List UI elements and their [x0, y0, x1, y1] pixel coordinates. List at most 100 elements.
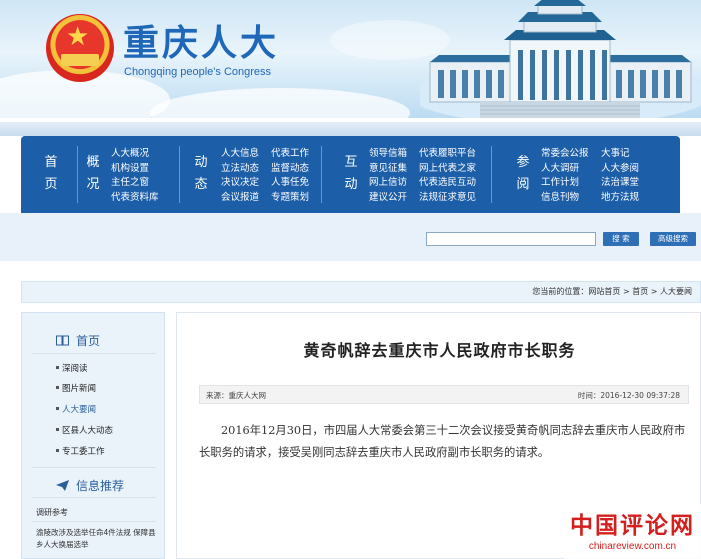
nav-item-daibiaoziliaoku[interactable]: 代表资料库	[111, 191, 159, 206]
sidebar-divider	[32, 497, 156, 498]
nav-item-jigoushezhi[interactable]: 机构设置	[111, 162, 159, 177]
sidebar-item-label: 深阅读	[62, 364, 88, 374]
book-icon	[56, 335, 69, 346]
article-source: 来源：重庆人大网	[206, 391, 266, 400]
nav-item-lvzhi-pingtai[interactable]: 代表履职平台	[419, 147, 476, 162]
nav-home-label-2: 页	[44, 177, 58, 192]
search-button[interactable]: 搜 索	[603, 232, 639, 246]
sidebar-divider	[32, 521, 156, 522]
nav-col-reference-b: 大事记 人大参阅 法治课堂 地方法规	[601, 147, 639, 205]
nav-divider	[77, 146, 78, 203]
nav-group-title-interaction[interactable]: 互 动	[339, 136, 363, 213]
sidebar-item-label: 专工委工作	[62, 447, 105, 457]
nav-col-news-b: 代表工作 监督动态 人事任免 专题策划	[271, 147, 309, 205]
nav-item-renda-xinxi[interactable]: 人大信息	[221, 147, 259, 162]
watermark-logo: 中国评论网 chinareview.com.cn	[564, 504, 701, 559]
nav-home-label-1: 首	[44, 155, 58, 170]
site-subtitle: Chongqing people's Congress	[124, 66, 272, 78]
article-time: 时间：2016-12-30 09:37:28	[577, 391, 680, 400]
nav-group-title-news[interactable]: 动 态	[189, 136, 213, 213]
nav-item-difang-fagui[interactable]: 地方法规	[601, 191, 639, 206]
nav-item-rendagaikuang[interactable]: 人大概况	[111, 147, 159, 162]
breadcrumb-bar: 您当前的位置：网站首页 > 首页 > 人大要闻	[21, 281, 701, 303]
info-item-label: 渝陵改涉及选举任命4件法规 保障县乡人大换届选举	[36, 528, 156, 549]
breadcrumb[interactable]: 您当前的位置：网站首页 > 首页 > 人大要闻	[532, 286, 692, 297]
info-item-fagui[interactable]: 渝陵改涉及选举任命4件法规 保障县乡人大换届选举	[36, 527, 160, 551]
nav-group-title-overview[interactable]: 概 况	[81, 136, 105, 213]
nav-item-jiandu-dongtai[interactable]: 监督动态	[271, 162, 309, 177]
sidebar-item-tupian-xinwen[interactable]: 图片新闻	[56, 382, 96, 394]
bullet-icon	[56, 366, 59, 369]
nav-col-news-a: 人大信息 立法动态 决议决定 会议报道	[221, 147, 259, 205]
nav-item-gongzuo-jihua[interactable]: 工作计划	[541, 176, 589, 191]
nav-col-overview: 人大概况 机构设置 主任之窗 代表资料库	[111, 147, 159, 205]
nav-item-lifa-dongtai[interactable]: 立法动态	[221, 162, 259, 177]
nav-item-lingdao-xinxiang[interactable]: 领导信箱	[369, 147, 407, 162]
article-meta: 来源：重庆人大网 时间：2016-12-30 09:37:28	[199, 385, 689, 404]
nav-group-title-char: 动	[194, 155, 208, 170]
nav-item-xinxi-kanwu[interactable]: 信息刊物	[541, 191, 589, 206]
nav-divider	[491, 146, 492, 203]
nav-item-fagui-zhengqiu[interactable]: 法规征求意见	[419, 191, 476, 206]
national-emblem-icon: ★	[46, 14, 114, 82]
nav-item-renda-diaoyan[interactable]: 人大调研	[541, 162, 589, 177]
nav-col-interaction-a: 领导信箱 意见征集 网上信访 建议公开	[369, 147, 407, 205]
sidebar-item-label: 图片新闻	[62, 384, 97, 394]
watermark-url: chinareview.com.cn	[588, 541, 677, 552]
nav-item-renshi-renmian[interactable]: 人事任免	[271, 176, 309, 191]
sidebar-item-quxian-dongtai[interactable]: 区县人大动态	[56, 424, 113, 436]
nav-group-title-char: 概	[86, 155, 100, 170]
bullet-icon	[56, 428, 59, 431]
page: ★ 重庆人大 Chongqing people's Congress 首 页 概…	[0, 0, 701, 559]
great-hall-illustration	[420, 0, 701, 118]
nav-group-title-reference[interactable]: 参 阅	[511, 136, 535, 213]
sidebar-home-label: 首页	[76, 334, 101, 348]
nav-item-yijian-zhengji[interactable]: 意见征集	[369, 162, 407, 177]
nav-item-daibiao-zhijia[interactable]: 网上代表之家	[419, 162, 476, 177]
info-item-diaoyan-cankao[interactable]: 调研参考	[36, 507, 68, 518]
sidebar-item-label: 人大要闻	[62, 405, 97, 415]
nav-item-renda-canyue[interactable]: 人大参阅	[601, 162, 639, 177]
nav-col-interaction-b: 代表履职平台 网上代表之家 代表选民互动 法规征求意见	[419, 147, 476, 205]
search-bar: 搜 索 高级搜索	[0, 213, 701, 261]
nav-item-fazhi-ketang[interactable]: 法治课堂	[601, 176, 639, 191]
header-banner: ★ 重庆人大 Chongqing people's Congress	[0, 0, 701, 118]
sidebar-item-renda-yaowen[interactable]: 人大要闻	[56, 403, 96, 415]
nav-group-title-char: 动	[344, 177, 358, 192]
search-input[interactable]	[426, 232, 596, 246]
nav-top-strip	[0, 122, 701, 136]
sidebar-item-shenyuedu[interactable]: 深阅读	[56, 362, 88, 374]
nav-item-zhurenzhichuang[interactable]: 主任之窗	[111, 176, 159, 191]
nav-item-wangshang-xinfang[interactable]: 网上信访	[369, 176, 407, 191]
advanced-search-button[interactable]: 高级搜索	[650, 232, 696, 246]
nav-item-zhuanti-cehua[interactable]: 专题策划	[271, 191, 309, 206]
sidebar-item-zhuangongwei[interactable]: 专工委工作	[56, 445, 105, 457]
nav-item-dashiji[interactable]: 大事记	[601, 147, 639, 162]
nav-group-title-char: 互	[344, 155, 358, 170]
sidebar-info-label: 信息推荐	[76, 479, 125, 493]
nav-group-title-char: 阅	[516, 177, 530, 192]
site-title[interactable]: 重庆人大	[123, 14, 279, 66]
nav-item-huiyi-baodao[interactable]: 会议报道	[221, 191, 259, 206]
nav-item-daibiao-gongzuo[interactable]: 代表工作	[271, 147, 309, 162]
sidebar: 首页 深阅读 图片新闻 人大要闻 区县人大动态 专工委工作 信息推荐 调研参考	[21, 312, 165, 559]
nav-item-gongbao[interactable]: 常委会公报	[541, 147, 589, 162]
sidebar-divider	[32, 467, 156, 468]
article-title: 黄奇帆辞去重庆市人民政府市长职务	[303, 341, 576, 360]
nav-item-xuanmin-hudong[interactable]: 代表选民互动	[419, 176, 476, 191]
sidebar-home-heading[interactable]: 首页	[56, 332, 100, 349]
sidebar-info-heading[interactable]: 信息推荐	[56, 477, 124, 494]
sidebar-item-label: 区县人大动态	[62, 426, 114, 436]
nav-item-jianyi-gongkai[interactable]: 建议公开	[369, 191, 407, 206]
nav-home[interactable]: 首 页	[31, 136, 71, 213]
nav-group-title-char: 况	[86, 177, 100, 192]
nav-group-title-char: 态	[194, 177, 208, 192]
send-icon	[56, 480, 69, 491]
watermark-name: 中国评论网	[570, 512, 695, 539]
main-nav: 首 页 概 况 人大概况 机构设置 主任之窗 代表资料库 动 态 人大信息 立法…	[21, 136, 680, 213]
nav-group-title-char: 参	[516, 155, 530, 170]
sidebar-divider	[32, 353, 156, 354]
nav-divider	[179, 146, 180, 203]
nav-item-jueyi-jueding[interactable]: 决议决定	[221, 176, 259, 191]
bullet-icon	[56, 449, 59, 452]
